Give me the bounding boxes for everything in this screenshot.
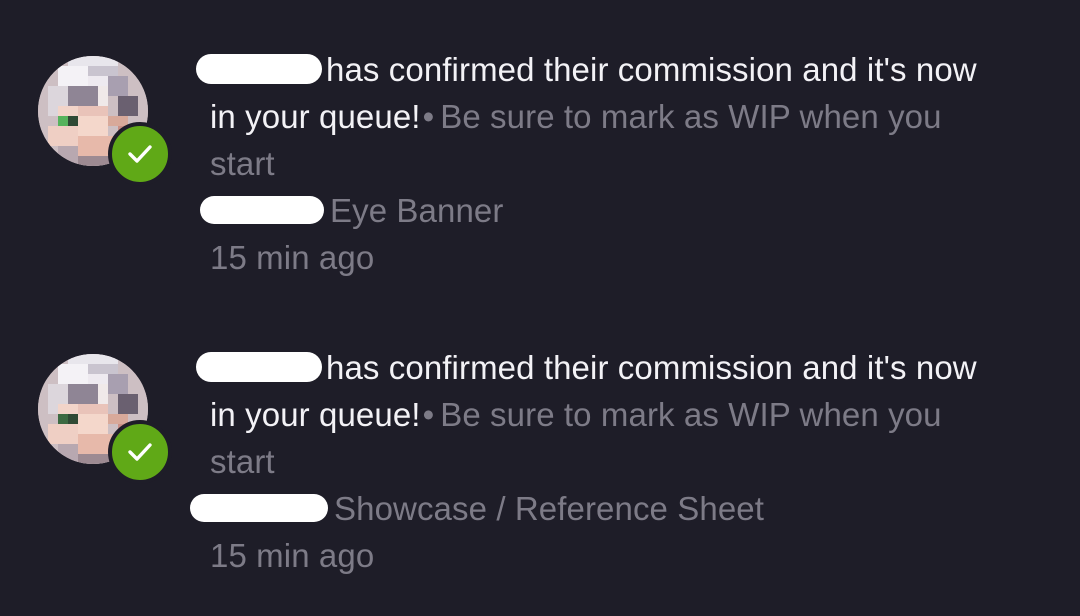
notification-content: has confirmed their commission and it's … <box>190 344 1000 579</box>
avatar-container[interactable] <box>38 56 173 186</box>
commission-line: Showcase / Reference Sheet <box>190 485 1000 532</box>
checkmark-icon <box>128 443 152 461</box>
confirmed-badge <box>108 122 172 186</box>
timestamp: 15 min ago <box>210 537 375 574</box>
notification-feed: has confirmed their commission and it's … <box>0 0 1080 616</box>
notification-content: has confirmed their commission and it's … <box>196 46 1000 281</box>
commission-line: Eye Banner <box>200 187 1000 234</box>
separator-dot: • <box>422 396 435 433</box>
separator-dot: • <box>422 98 435 135</box>
notification-item[interactable]: has confirmed their commission and it's … <box>0 344 1080 614</box>
redacted-username <box>196 54 322 85</box>
confirmed-badge <box>108 420 172 484</box>
checkmark-icon <box>128 145 152 163</box>
redacted-username <box>196 352 322 383</box>
redacted-client-name <box>190 494 328 523</box>
commission-name[interactable]: Showcase / Reference Sheet <box>334 490 764 527</box>
avatar-container[interactable] <box>38 354 173 484</box>
redacted-client-name <box>200 196 324 225</box>
notification-text: has confirmed their commission and it's … <box>196 344 1000 485</box>
commission-name[interactable]: Eye Banner <box>330 192 503 229</box>
notification-text: has confirmed their commission and it's … <box>196 46 1000 187</box>
notification-item[interactable]: has confirmed their commission and it's … <box>0 46 1080 316</box>
timestamp: 15 min ago <box>210 239 375 276</box>
